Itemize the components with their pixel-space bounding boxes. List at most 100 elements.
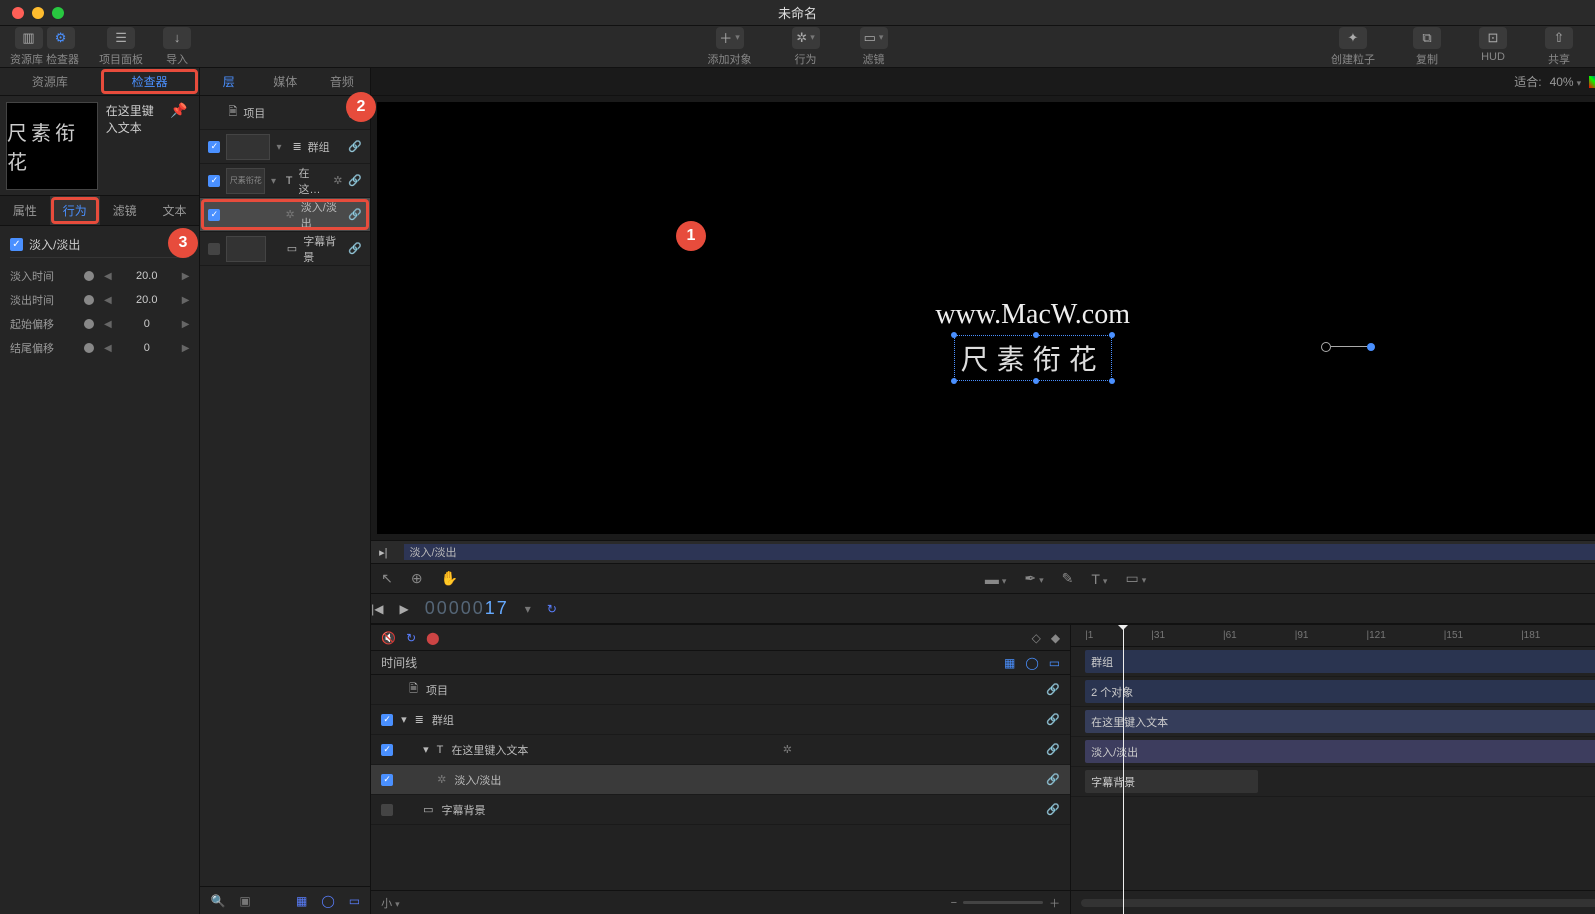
param-value[interactable]: 20.0 bbox=[122, 270, 172, 282]
pan-tool[interactable]: ✋ bbox=[441, 570, 458, 587]
pen-tool[interactable]: ✒ bbox=[1024, 570, 1043, 587]
tab-layers[interactable]: 层 bbox=[200, 68, 257, 95]
param-slider[interactable] bbox=[84, 347, 86, 350]
project-pane-button[interactable]: ☰ bbox=[107, 27, 135, 49]
timecode-display[interactable]: 0000017 bbox=[425, 598, 509, 620]
param-slider[interactable] bbox=[84, 275, 86, 278]
zoom-out-icon[interactable]: − bbox=[951, 897, 957, 909]
timecode-dropdown[interactable]: ▾ bbox=[525, 602, 531, 616]
link-icon[interactable]: 🔗 bbox=[1046, 713, 1060, 726]
link-icon[interactable]: 🔗 bbox=[348, 174, 362, 187]
clip-subtitle-bg[interactable]: 字幕背景 bbox=[1085, 770, 1258, 793]
disclosure-icon[interactable]: ▾ bbox=[276, 142, 286, 152]
color-channel-icon[interactable] bbox=[1589, 76, 1595, 88]
subtab-behaviors[interactable]: 行为 bbox=[50, 196, 100, 225]
layer-text[interactable]: ✓ 尺素衔花 ▾ T 在这… ✲ 🔗 bbox=[200, 164, 370, 198]
gear-icon[interactable]: ✲ bbox=[333, 174, 342, 187]
subtab-filters[interactable]: 滤镜 bbox=[100, 196, 150, 225]
keyframe-toggle-icon[interactable]: ◯ bbox=[1025, 656, 1038, 670]
import-button[interactable]: ↓ bbox=[163, 27, 191, 49]
horizontal-scrollbar[interactable] bbox=[1081, 899, 1595, 907]
go-to-start-button[interactable]: |◀ bbox=[371, 602, 383, 616]
minimize-window-button[interactable] bbox=[32, 7, 44, 19]
library-toggle-button[interactable]: ▥ bbox=[15, 27, 43, 49]
visibility-checkbox[interactable]: ✓ bbox=[208, 141, 220, 153]
timeline-row-group[interactable]: ✓ ▾ ≣ 群组 🔗 bbox=[371, 705, 1070, 735]
animation-path-handle[interactable] bbox=[1321, 342, 1375, 352]
gear-icon[interactable]: ✲ bbox=[783, 743, 792, 756]
inspector-toggle-button[interactable]: ⚙ bbox=[47, 27, 75, 49]
subtab-properties[interactable]: 属性 bbox=[0, 196, 50, 225]
behavior-enable-checkbox[interactable]: ✓ bbox=[10, 238, 23, 251]
param-slider[interactable] bbox=[84, 299, 86, 302]
loop-audio-icon[interactable]: ↻ bbox=[406, 631, 416, 645]
tab-audio[interactable]: 音频 bbox=[314, 68, 371, 95]
subtab-text[interactable]: 文本 bbox=[150, 196, 200, 225]
param-value[interactable]: 0 bbox=[122, 318, 172, 330]
visibility-checkbox[interactable]: ✓ bbox=[381, 714, 393, 726]
increment-button[interactable]: ▶ bbox=[182, 295, 190, 306]
in-point-icon[interactable]: ▸| bbox=[371, 546, 395, 559]
link-icon[interactable]: 🔗 bbox=[348, 140, 362, 153]
link-icon[interactable]: 🔗 bbox=[1046, 773, 1060, 786]
transform-tool[interactable]: ⊕ bbox=[411, 570, 423, 587]
link-icon[interactable]: 🔗 bbox=[348, 208, 362, 221]
behaviors-button[interactable]: ✲ bbox=[792, 27, 820, 49]
decrement-button[interactable]: ◀ bbox=[104, 343, 112, 354]
decrement-button[interactable]: ◀ bbox=[104, 295, 112, 306]
record-icon[interactable]: ⬤ bbox=[426, 631, 439, 645]
track-size-dropdown[interactable]: 小 bbox=[381, 895, 400, 911]
visibility-checkbox[interactable]: ✓ bbox=[208, 209, 220, 221]
visibility-checkbox[interactable]: ✓ bbox=[208, 175, 220, 187]
visibility-checkbox[interactable]: ✓ bbox=[381, 774, 393, 786]
link-icon[interactable]: 🔗 bbox=[1046, 683, 1060, 696]
layer-subtitle-bg[interactable]: ▭ 字幕背景 🔗 bbox=[200, 232, 370, 266]
close-window-button[interactable] bbox=[12, 7, 24, 19]
param-slider[interactable] bbox=[84, 323, 86, 326]
timeline-ruler[interactable]: |1 |31 |61 |91 |121 |151 |181 |211 |241 bbox=[1071, 625, 1595, 647]
layer-group[interactable]: ✓ ▾ ≣ 群组 🔗 bbox=[200, 130, 370, 164]
add-object-button[interactable]: ＋ bbox=[716, 27, 744, 49]
snap-left-icon[interactable]: ◇ bbox=[1032, 631, 1041, 645]
visibility-checkbox[interactable] bbox=[381, 804, 393, 816]
param-value[interactable]: 20.0 bbox=[122, 294, 172, 306]
share-button[interactable]: ⇧ bbox=[1545, 27, 1573, 49]
link-icon[interactable]: 🔗 bbox=[1046, 803, 1060, 816]
tab-inspector[interactable]: 检查器 bbox=[100, 68, 200, 95]
layer-fade-behavior[interactable]: ✓ ✲ 淡入/淡出 🔗 bbox=[200, 198, 370, 232]
timeline-row-project[interactable]: 🗎 项目 🔗 bbox=[371, 675, 1070, 705]
timeline-row-text[interactable]: ✓ ▾ T 在这里键入文本 ✲ 🔗 bbox=[371, 735, 1070, 765]
zoom-slider[interactable] bbox=[963, 901, 1043, 904]
replicate-button[interactable]: ⧉ bbox=[1413, 27, 1441, 49]
timeline-row-fade[interactable]: ✓ ✲ 淡入/淡出 🔗 bbox=[371, 765, 1070, 795]
tab-library[interactable]: 资源库 bbox=[0, 68, 100, 95]
clip-text[interactable]: 在这里键入文本 bbox=[1085, 710, 1595, 733]
brush-tool[interactable]: ✎ bbox=[1062, 570, 1074, 587]
mute-icon[interactable]: 🔇 bbox=[381, 631, 396, 645]
link-icon[interactable]: 🔗 bbox=[348, 242, 362, 255]
hud-button[interactable]: ⊡ bbox=[1479, 27, 1507, 49]
increment-button[interactable]: ▶ bbox=[182, 343, 190, 354]
circle-icon[interactable]: ◯ bbox=[321, 894, 334, 908]
increment-button[interactable]: ▶ bbox=[182, 319, 190, 330]
clip-objects[interactable]: 2 个对象 bbox=[1085, 680, 1595, 703]
text-tool[interactable]: T bbox=[1091, 571, 1107, 587]
mask-icon[interactable]: ▭ bbox=[349, 894, 360, 908]
fit-icon[interactable]: ▣ bbox=[239, 894, 250, 908]
tab-media[interactable]: 媒体 bbox=[257, 68, 314, 95]
canvas[interactable]: www.MacW.com 尺素衔花 bbox=[377, 102, 1595, 534]
filters-button[interactable]: ▭ bbox=[860, 27, 888, 49]
increment-button[interactable]: ▶ bbox=[182, 271, 190, 282]
timeline-row-subtitle-bg[interactable]: ▭ 字幕背景 🔗 bbox=[371, 795, 1070, 825]
zoom-dropdown[interactable]: 40% bbox=[1550, 75, 1582, 89]
link-icon[interactable]: 🔗 bbox=[1046, 743, 1060, 756]
decrement-button[interactable]: ◀ bbox=[104, 319, 112, 330]
disclosure-icon[interactable]: ▾ bbox=[271, 176, 280, 186]
grid-toggle-icon[interactable]: ▦ bbox=[1004, 656, 1015, 670]
make-particles-button[interactable]: ✦ bbox=[1339, 27, 1367, 49]
mask-tool[interactable]: ▭ bbox=[1125, 570, 1146, 587]
play-button[interactable]: ▶ bbox=[399, 602, 408, 616]
param-value[interactable]: 0 bbox=[122, 342, 172, 354]
canvas-text-object[interactable]: 尺素衔花 bbox=[954, 335, 1112, 381]
visibility-checkbox[interactable]: ✓ bbox=[381, 744, 393, 756]
